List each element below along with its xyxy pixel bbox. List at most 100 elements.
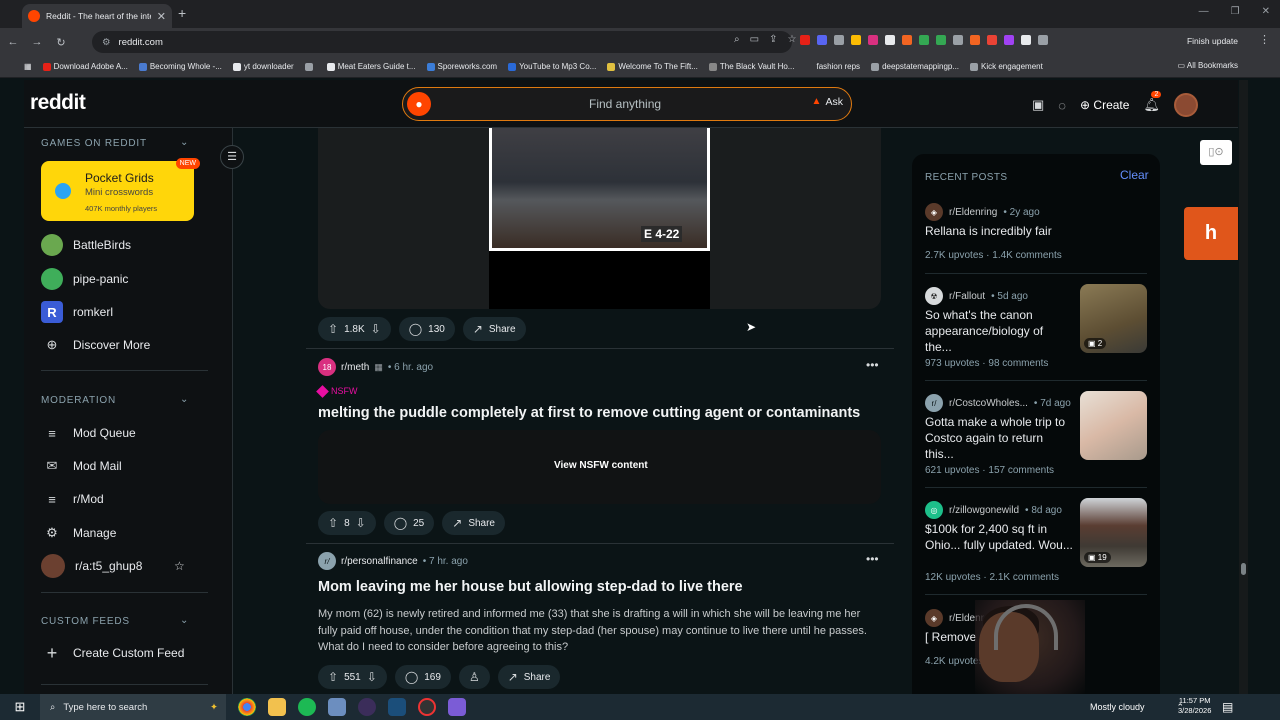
forward-icon[interactable]: → xyxy=(26,36,48,48)
bookmark-item[interactable]: Becoming Whole -... xyxy=(138,62,222,71)
extension-icon[interactable] xyxy=(851,35,861,45)
subreddit-icon[interactable]: r/ xyxy=(318,552,336,570)
comments-button[interactable]: ◯ 169 xyxy=(394,665,451,689)
new-tab-icon[interactable]: + xyxy=(178,5,186,21)
extension-icon[interactable] xyxy=(1004,35,1014,45)
copilot-icon[interactable]: ✦ xyxy=(210,702,218,713)
bookmark-item[interactable]: Kick engagement xyxy=(970,62,1043,71)
sidebar-item-romkerl[interactable]: R romkerl xyxy=(41,300,113,324)
subreddit-icon[interactable]: 18 xyxy=(318,358,336,376)
sidebar-item-manage[interactable]: ⚙ Manage xyxy=(41,521,116,545)
scrollbar-thumb[interactable] xyxy=(1241,563,1246,575)
browser-menu-icon[interactable]: ⋮ xyxy=(1259,33,1270,46)
bookmark-star-icon[interactable]: ☆ xyxy=(787,34,796,45)
windows-start-icon[interactable]: ⊞ xyxy=(0,699,40,715)
extensions-puzzle-icon[interactable] xyxy=(1038,35,1048,45)
recent-post-thumbnail[interactable] xyxy=(1080,391,1147,460)
subreddit-name[interactable]: r/meth xyxy=(341,362,369,373)
cast-icon[interactable]: ▭ xyxy=(750,34,759,45)
browser-tab[interactable]: Reddit - The heart of the intern ✕ xyxy=(22,4,172,28)
reddit-logo[interactable]: reddit xyxy=(30,91,86,115)
minimize-icon[interactable]: — xyxy=(1199,6,1209,17)
bookmark-item[interactable]: Welcome To The Fift... xyxy=(607,62,698,71)
chat-icon[interactable]: ◌ xyxy=(1058,98,1066,113)
chrome-icon[interactable] xyxy=(238,698,256,716)
vote-buttons[interactable]: ⇧ 1.8K ⇩ xyxy=(318,317,391,341)
advertise-icon[interactable]: ▣ xyxy=(1032,97,1044,113)
obs-icon[interactable] xyxy=(358,698,376,716)
finish-update-button[interactable]: Finish update xyxy=(1183,32,1242,50)
notification-center-icon[interactable]: ▤ xyxy=(1222,700,1233,714)
bookmark-item[interactable] xyxy=(304,62,316,71)
upvote-icon[interactable]: ⇧ xyxy=(328,670,338,684)
pocket-grids-card[interactable]: Pocket Grids Mini crosswords 407K monthl… xyxy=(41,158,200,221)
recent-post-title[interactable]: Gotta make a whole trip to Costco again … xyxy=(925,414,1073,462)
recent-post-title[interactable]: Rellana is incredibly fair xyxy=(925,223,1073,239)
more-options-icon[interactable]: ••• xyxy=(866,552,879,566)
downvote-icon[interactable]: ⇩ xyxy=(367,670,377,684)
file-explorer-icon[interactable] xyxy=(268,698,286,716)
user-avatar[interactable] xyxy=(1173,93,1198,117)
recent-post-subreddit[interactable]: r/zillowgonewild xyxy=(949,505,1019,516)
upvote-icon[interactable]: ⇧ xyxy=(328,322,338,336)
page-scrollbar[interactable] xyxy=(1239,80,1248,694)
recent-post-title[interactable]: So what's the canon appearance/biology o… xyxy=(925,307,1073,355)
clear-button[interactable]: Clear xyxy=(1120,168,1149,182)
vote-buttons[interactable]: ⇧ 551 ⇩ xyxy=(318,665,387,689)
spotify-icon[interactable] xyxy=(298,698,316,716)
sidebar-item-battlebirds[interactable]: BattleBirds xyxy=(41,233,131,257)
close-tab-icon[interactable]: ✕ xyxy=(157,10,166,23)
extension-icon[interactable] xyxy=(1021,35,1031,45)
restore-icon[interactable]: ❐ xyxy=(1231,6,1240,17)
comments-button[interactable]: ◯ 25 xyxy=(383,511,435,535)
search-bar[interactable]: ● Find anything Ask xyxy=(402,87,852,121)
create-button[interactable]: ⊕ Create xyxy=(1080,98,1129,112)
downvote-icon[interactable]: ⇩ xyxy=(356,516,366,530)
recent-post-subreddit[interactable]: r/Fallout xyxy=(949,291,985,302)
extension-icon[interactable] xyxy=(868,35,878,45)
recent-post-title[interactable]: $100k for 2,400 sq ft in Ohio... fully u… xyxy=(925,521,1073,553)
extension-widget-icon[interactable]: ▯⊙ xyxy=(1200,140,1232,165)
bookmark-item[interactable]: YouTube to Mp3 Co... xyxy=(508,62,596,71)
share-button[interactable]: ↗ Share xyxy=(442,511,505,535)
recent-post-subreddit[interactable]: r/CostcoWholes... xyxy=(949,398,1028,409)
honey-extension-icon[interactable]: h xyxy=(1184,207,1238,260)
system-clock[interactable]: 11:57 PM 3/28/2026 xyxy=(1178,696,1211,716)
recent-post-thumbnail[interactable]: ▣ 19 xyxy=(1080,498,1147,567)
create-custom-feed-button[interactable]: + Create Custom Feed xyxy=(41,641,185,665)
share-page-icon[interactable]: ⇪ xyxy=(769,34,777,45)
extension-icon[interactable] xyxy=(936,35,946,45)
chevron-down-icon[interactable]: ⌄ xyxy=(180,394,188,405)
sidebar-item-mod-queue[interactable]: ≡ Mod Queue xyxy=(41,421,136,445)
downvote-icon[interactable]: ⇩ xyxy=(371,322,381,336)
bookmark-item[interactable]: deepstatemappingp... xyxy=(871,62,959,71)
bookmark-item[interactable]: Meat Eaters Guide t... xyxy=(326,62,416,71)
notifications-bell-icon[interactable]: 🔔︎ 2 xyxy=(1143,91,1162,113)
site-info-icon[interactable]: ⚙ xyxy=(102,37,111,48)
app-icon[interactable] xyxy=(328,698,346,716)
star-icon[interactable]: ☆ xyxy=(174,559,185,573)
comments-button[interactable]: ◯ 130 xyxy=(398,317,455,341)
nsfw-blur-box[interactable]: View NSFW content xyxy=(318,430,881,504)
app-icon[interactable] xyxy=(418,698,436,716)
extension-icon[interactable] xyxy=(987,35,997,45)
extension-icon[interactable] xyxy=(800,35,810,45)
extension-icon[interactable] xyxy=(902,35,912,45)
upvote-icon[interactable]: ⇧ xyxy=(328,516,338,530)
address-bar[interactable]: ⚙ reddit.com xyxy=(92,31,792,53)
post-title[interactable]: Mom leaving me her house but allowing st… xyxy=(318,579,743,595)
back-icon[interactable]: ← xyxy=(2,36,24,48)
bookmark-item[interactable]: fashion reps xyxy=(805,62,860,71)
bookmark-item[interactable]: Download Adobe A... xyxy=(42,62,128,71)
discord-icon[interactable] xyxy=(448,698,466,716)
chevron-down-icon[interactable]: ⌄ xyxy=(180,615,188,626)
sidebar-item-discover-more[interactable]: ⊕ Discover More xyxy=(41,333,151,357)
extension-icon[interactable] xyxy=(834,35,844,45)
close-window-icon[interactable]: ✕ xyxy=(1262,6,1270,17)
apps-grid-icon[interactable]: ▦ xyxy=(24,62,32,71)
award-button[interactable]: ♙ xyxy=(458,665,490,689)
ask-button[interactable]: Ask xyxy=(811,96,843,108)
share-button[interactable]: ↗ Share xyxy=(462,317,526,341)
bookmark-item[interactable]: Sporeworks.com xyxy=(426,62,497,71)
menu-toggle-icon[interactable]: ☰ xyxy=(220,145,244,169)
